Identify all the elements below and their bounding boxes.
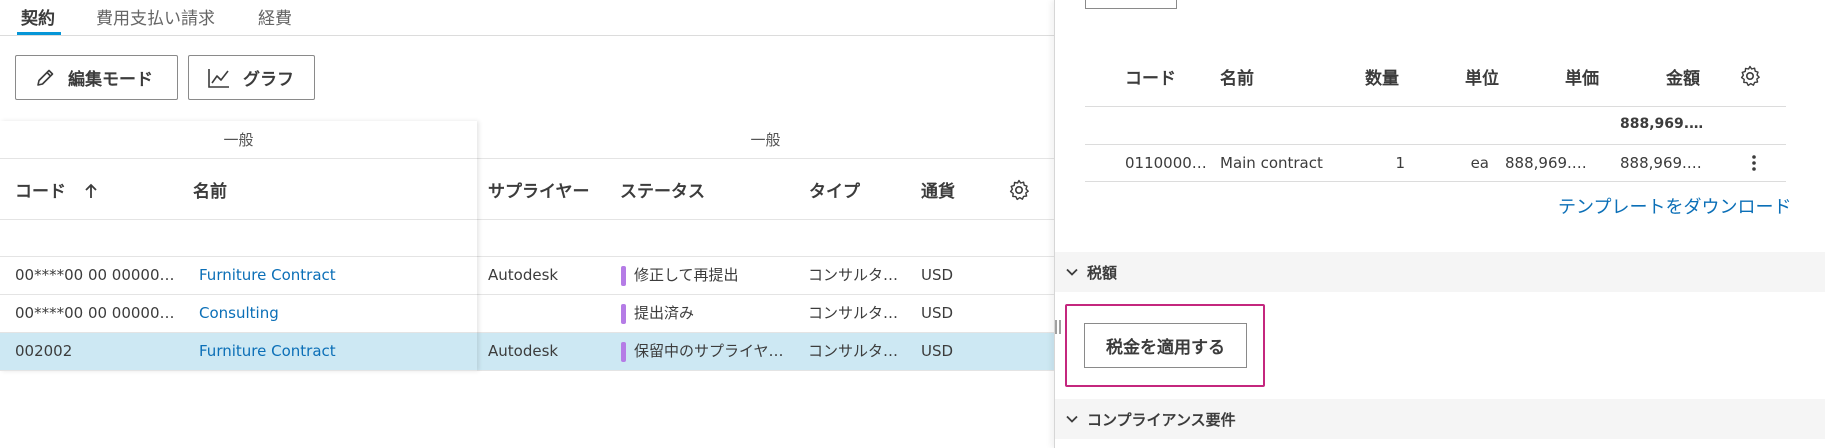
contract-name-link[interactable]: Furniture Contract — [199, 333, 469, 370]
group-header-general: 一般 — [477, 121, 1054, 159]
graph-button[interactable]: グラフ — [188, 55, 315, 100]
tax-section-header[interactable]: 税額 — [1055, 252, 1825, 292]
column-header-name[interactable]: 名前 — [193, 177, 227, 202]
cell-supplier: Autodesk — [488, 342, 559, 360]
table-row-selected[interactable]: 002002 Furniture Contract Autodesk 保留中のサ… — [0, 333, 1054, 371]
contract-name-link[interactable]: Furniture Contract — [199, 257, 469, 294]
tab-bar: 契約 費用支払い請求 経費 — [0, 0, 1054, 36]
apply-tax-button[interactable]: 税金を適用する — [1084, 323, 1247, 368]
cell-code: 002002 — [15, 342, 73, 360]
status-indicator — [621, 342, 626, 362]
line-item-name: Main contract — [1220, 154, 1323, 172]
line-item-unit: ea — [1470, 154, 1489, 172]
chevron-down-icon — [1066, 415, 1078, 423]
cell-currency: USD — [921, 266, 954, 284]
cell-status: 修正して再提出 — [634, 266, 739, 284]
cell-supplier: Autodesk — [488, 266, 559, 284]
line-items-header-unit: 単位 — [1465, 69, 1499, 89]
cell-currency: USD — [921, 304, 954, 322]
line-items-header-quantity: 数量 — [1365, 69, 1399, 89]
column-header-code[interactable]: コード — [15, 177, 100, 202]
gear-icon[interactable] — [1007, 178, 1031, 202]
contracts-panel: 契約 費用支払い請求 経費 編集モード グラフ 一般 一般 コード 名前 サプラ… — [0, 0, 1054, 448]
table-row[interactable]: 00****00 00 000002… Furniture Contract A… — [0, 257, 1054, 295]
pencil-icon — [37, 69, 54, 86]
line-items-header-name: 名前 — [1220, 69, 1254, 89]
group-header-general-pinned: 一般 — [0, 121, 477, 159]
line-items-header-code: コード — [1125, 69, 1176, 89]
contracts-grid: 一般 一般 コード 名前 サプライヤー ステータス タイプ 通貨 00****0… — [0, 121, 1054, 371]
compliance-section-header[interactable]: コンプライアンス要件 — [1055, 399, 1825, 439]
edit-mode-button[interactable]: 編集モード — [15, 55, 178, 100]
tax-section-label: 税額 — [1087, 263, 1118, 282]
line-item-amount: 888,969.… — [1620, 154, 1702, 172]
tab-expense-payment-requests[interactable]: 費用支払い請求 — [96, 4, 215, 29]
column-header-currency[interactable]: 通貨 — [921, 177, 955, 202]
cell-code: 00****00 00 000002… — [15, 266, 175, 284]
gear-icon[interactable] — [1738, 64, 1762, 88]
status-indicator — [621, 304, 626, 324]
sort-ascending-icon — [85, 183, 97, 198]
cell-type: コンサルタ… — [808, 342, 899, 360]
download-template-link[interactable]: テンプレートをダウンロード — [1558, 193, 1791, 219]
cell-code: 00****00 00 000002… — [15, 304, 175, 322]
contract-name-link[interactable]: Consulting — [199, 295, 469, 332]
chart-line-icon — [208, 68, 229, 88]
column-header-code-label: コード — [15, 182, 66, 202]
column-header-supplier[interactable]: サプライヤー — [488, 177, 590, 202]
tab-contracts[interactable]: 契約 — [21, 4, 55, 29]
table-row[interactable]: 00****00 00 000002… Consulting 提出済み コンサル… — [0, 295, 1054, 333]
compliance-section-label: コンプライアンス要件 — [1087, 410, 1236, 429]
column-header-status[interactable]: ステータス — [620, 177, 705, 202]
cell-supplier — [488, 295, 608, 332]
cell-type: コンサルタ… — [808, 266, 899, 284]
line-items-row-divider — [1085, 181, 1786, 182]
contract-detail-panel: コード 名前 数量 単位 単価 金額 888,969.… 0110000… Ma… — [1054, 0, 1825, 448]
line-items-header-unit-price: 単価 — [1565, 69, 1599, 89]
more-options-icon[interactable] — [1750, 153, 1758, 173]
panel-resize-handle[interactable] — [1054, 320, 1062, 334]
header-divider — [0, 219, 1054, 220]
cell-currency: USD — [921, 342, 954, 360]
column-header-type[interactable]: タイプ — [809, 177, 860, 202]
line-item-row[interactable]: 0110000… Main contract 1 ea 888,969.… 88… — [1085, 145, 1786, 181]
edit-mode-label: 編集モード — [68, 70, 153, 90]
partial-button[interactable] — [1085, 0, 1177, 9]
cell-type: コンサルタ… — [808, 304, 899, 322]
line-item-code: 0110000… — [1125, 154, 1207, 172]
app-root: 契約 費用支払い請求 経費 編集モード グラフ 一般 一般 コード 名前 サプラ… — [0, 0, 1825, 448]
status-indicator — [621, 266, 626, 286]
chevron-down-icon — [1066, 268, 1078, 276]
line-items-header-divider — [1085, 106, 1786, 107]
graph-label: グラフ — [243, 70, 294, 90]
line-item-quantity: 1 — [1395, 154, 1405, 172]
line-item-unit-price: 888,969.… — [1505, 154, 1587, 172]
cell-status: 保留中のサプライヤ… — [634, 342, 784, 360]
line-items-header-amount: 金額 — [1666, 69, 1700, 89]
active-tab-indicator — [17, 32, 61, 35]
cell-status: 提出済み — [634, 304, 695, 322]
line-items-total: 888,969.… — [1620, 116, 1704, 132]
tab-expenses[interactable]: 経費 — [258, 4, 292, 29]
